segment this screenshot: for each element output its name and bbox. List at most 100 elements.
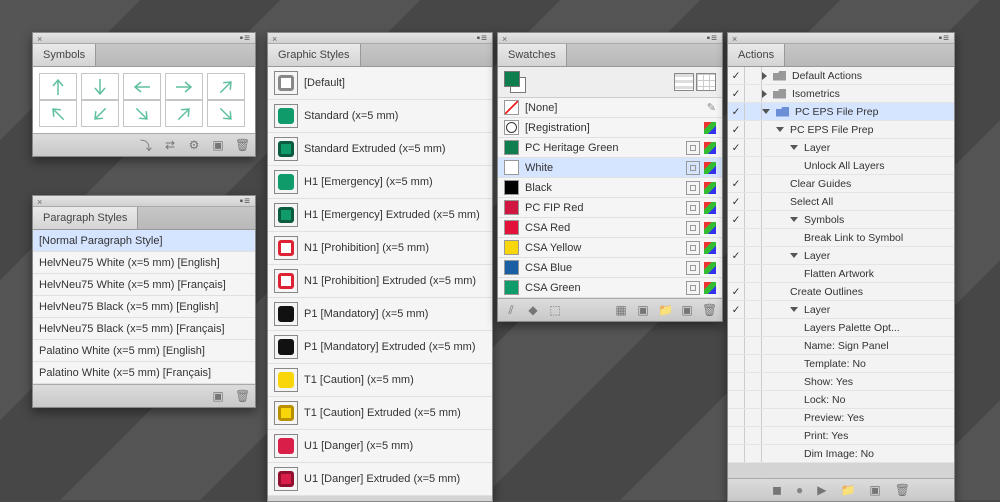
paragraph-style-row[interactable]: HelvNeu75 White (x=5 mm) [Français] — [33, 274, 255, 296]
action-row[interactable]: Flatten Artwork — [728, 265, 954, 283]
dialog-toggle[interactable] — [745, 121, 762, 138]
dialog-toggle[interactable] — [745, 427, 762, 444]
new-symbol-icon[interactable]: ▣ — [211, 138, 225, 152]
play-icon[interactable]: ▶ — [817, 483, 826, 497]
close-icon[interactable]: × — [272, 34, 277, 44]
disclosure-triangle-icon[interactable] — [790, 217, 798, 222]
swatch-options-icon[interactable]: ⬚ — [548, 303, 562, 318]
tab-graphic-styles[interactable]: Graphic Styles — [268, 44, 361, 66]
symbols-grid[interactable] — [39, 73, 249, 127]
new-style-icon[interactable]: ▣ — [211, 389, 225, 403]
action-row[interactable]: Dim Image: No — [728, 445, 954, 463]
action-row[interactable]: Name: Sign Panel — [728, 337, 954, 355]
close-icon[interactable]: × — [37, 34, 42, 44]
swatch-row[interactable]: CSA Red — [498, 218, 722, 238]
swatch-row[interactable]: CSA Green — [498, 278, 722, 298]
disclosure-triangle-icon[interactable] — [790, 253, 798, 258]
new-swatch-icon[interactable]: ▣ — [680, 303, 694, 317]
dialog-toggle[interactable] — [745, 355, 762, 372]
disclosure-triangle-icon[interactable] — [762, 90, 767, 98]
graphic-style-row[interactable]: N1 [Prohibition] (x=5 mm) — [268, 232, 492, 265]
place-symbol-icon[interactable]: ⤵ — [139, 137, 153, 154]
delete-icon[interactable]: 🗑 — [702, 303, 716, 317]
action-row[interactable]: Print: Yes — [728, 427, 954, 445]
dialog-toggle[interactable] — [745, 247, 762, 264]
paragraph-style-row[interactable]: HelvNeu75 White (x=5 mm) [English] — [33, 252, 255, 274]
toggle-checkbox[interactable] — [728, 319, 745, 336]
action-row[interactable]: ✓Symbols — [728, 211, 954, 229]
swatch-kinds-icon[interactable]: ◆ — [526, 303, 540, 318]
paragraph-style-row[interactable]: HelvNeu75 Black (x=5 mm) [English] — [33, 296, 255, 318]
toggle-checkbox[interactable] — [728, 337, 745, 354]
panel-header[interactable]: × ▪≡ — [33, 196, 255, 207]
graphic-style-row[interactable]: U1 [Danger] Extruded (x=5 mm) — [268, 463, 492, 496]
toggle-checkbox[interactable]: ✓ — [728, 211, 745, 228]
toggle-checkbox[interactable] — [728, 157, 745, 174]
close-icon[interactable]: × — [732, 34, 737, 44]
panel-menu-icon[interactable]: ▪≡ — [240, 33, 251, 44]
panel-menu-icon[interactable]: ▪≡ — [477, 33, 488, 44]
toggle-checkbox[interactable] — [728, 355, 745, 372]
paragraph-style-row[interactable]: Palatino White (x=5 mm) [Français] — [33, 362, 255, 384]
symbol-thumbnail[interactable] — [207, 73, 245, 100]
graphic-style-row[interactable]: Standard (x=5 mm) — [268, 100, 492, 133]
symbol-thumbnail[interactable] — [81, 73, 119, 100]
tab-symbols[interactable]: Symbols — [33, 44, 96, 66]
panel-header[interactable]: × ▪≡ — [728, 33, 954, 44]
panel-header[interactable]: × ▪≡ — [498, 33, 722, 44]
action-row[interactable]: ✓Clear Guides — [728, 175, 954, 193]
swatch-row[interactable]: [None]✎ — [498, 98, 722, 118]
action-row[interactable]: ✓Layer — [728, 139, 954, 157]
dialog-toggle[interactable] — [745, 175, 762, 192]
new-folder-icon[interactable]: 📁 — [658, 303, 672, 317]
action-row[interactable]: ✓Layer — [728, 247, 954, 265]
graphic-style-row[interactable]: T1 [Caution] Extruded (x=5 mm) — [268, 397, 492, 430]
graphic-style-row[interactable]: P1 [Mandatory] Extruded (x=5 mm) — [268, 331, 492, 364]
symbol-thumbnail[interactable] — [123, 100, 161, 127]
symbol-thumbnail[interactable] — [39, 73, 77, 100]
dialog-toggle[interactable] — [745, 103, 762, 120]
tab-paragraph-styles[interactable]: Paragraph Styles — [33, 207, 138, 229]
panel-header[interactable]: × ▪≡ — [33, 33, 255, 44]
delete-icon[interactable]: 🗑 — [895, 483, 910, 497]
dialog-toggle[interactable] — [745, 193, 762, 210]
toggle-checkbox[interactable]: ✓ — [728, 283, 745, 300]
dialog-toggle[interactable] — [745, 445, 762, 462]
symbol-thumbnail[interactable] — [165, 100, 203, 127]
toggle-checkbox[interactable]: ✓ — [728, 193, 745, 210]
disclosure-triangle-icon[interactable] — [790, 145, 798, 150]
toggle-checkbox[interactable] — [728, 391, 745, 408]
swatch-row[interactable]: White — [498, 158, 722, 178]
symbol-thumbnail[interactable] — [81, 100, 119, 127]
color-group-icon[interactable]: ▦ — [614, 303, 628, 317]
swatch-row[interactable]: Black — [498, 178, 722, 198]
panel-header[interactable]: × ▪≡ — [268, 33, 492, 44]
dialog-toggle[interactable] — [745, 211, 762, 228]
panel-menu-icon[interactable]: ▪≡ — [707, 33, 718, 44]
action-row[interactable]: Show: Yes — [728, 373, 954, 391]
dialog-toggle[interactable] — [745, 409, 762, 426]
action-row[interactable]: Layers Palette Opt... — [728, 319, 954, 337]
toggle-checkbox[interactable]: ✓ — [728, 139, 745, 156]
action-row[interactable]: Preview: Yes — [728, 409, 954, 427]
dialog-toggle[interactable] — [745, 337, 762, 354]
toggle-checkbox[interactable]: ✓ — [728, 175, 745, 192]
panel-menu-icon[interactable]: ▪≡ — [939, 33, 950, 44]
action-row[interactable]: Unlock All Layers — [728, 157, 954, 175]
close-icon[interactable]: × — [502, 34, 507, 44]
symbol-thumbnail[interactable] — [39, 100, 77, 127]
swatch-row[interactable]: [Registration] — [498, 118, 722, 138]
break-link-icon[interactable]: ⇄ — [163, 138, 177, 152]
graphic-style-row[interactable]: P1 [Mandatory] (x=5 mm) — [268, 298, 492, 331]
toggle-checkbox[interactable] — [728, 445, 745, 462]
dialog-toggle[interactable] — [745, 67, 762, 84]
tab-actions[interactable]: Actions — [728, 44, 785, 66]
graphic-style-row[interactable]: N1 [Prohibition] Extruded (x=5 mm) — [268, 265, 492, 298]
swatch-row[interactable]: CSA Blue — [498, 258, 722, 278]
new-group-icon[interactable]: ▣ — [636, 303, 650, 317]
action-row[interactable]: ✓Isometrics — [728, 85, 954, 103]
dialog-toggle[interactable] — [745, 391, 762, 408]
swatch-row[interactable]: PC FIP Red — [498, 198, 722, 218]
grid-view-icon[interactable] — [696, 73, 716, 91]
dialog-toggle[interactable] — [745, 283, 762, 300]
